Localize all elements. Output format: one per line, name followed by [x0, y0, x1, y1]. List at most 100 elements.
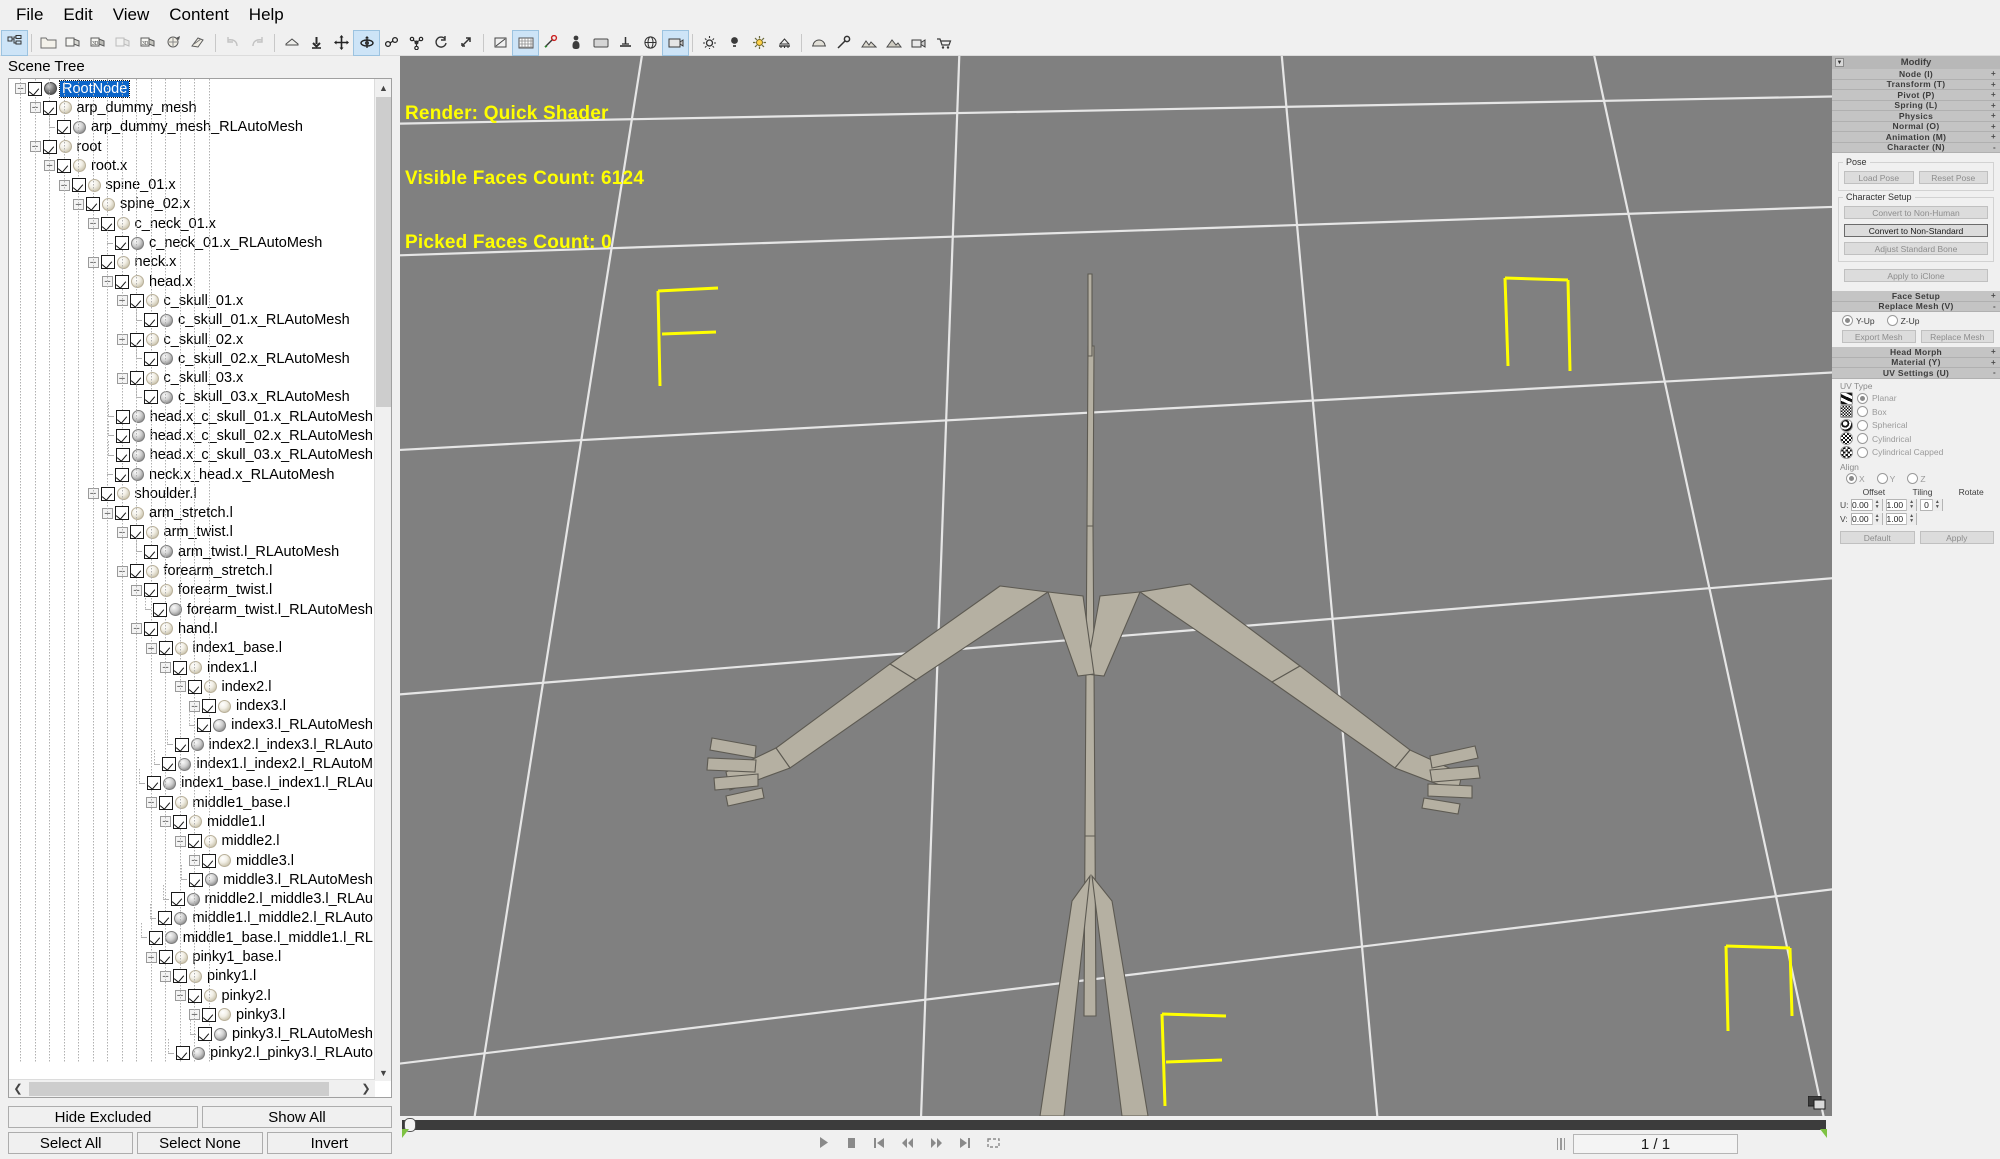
props-icon[interactable] [806, 31, 831, 55]
scene-tree-node-label[interactable]: index2.l_index3.l_RLAuto [207, 737, 375, 753]
terrain2-icon[interactable] [881, 31, 906, 55]
scene-tree-node-label[interactable]: c_neck_01.x_RLAutoMesh [147, 235, 324, 251]
horizontal-scroll-thumb[interactable] [29, 1082, 329, 1096]
radio-align-y-icon[interactable] [1876, 473, 1888, 484]
spinner-arrows-icon[interactable]: ▲ ▼ [1906, 513, 1917, 525]
node-visibility-checkbox[interactable] [189, 872, 204, 887]
play-icon[interactable] [818, 1136, 830, 1152]
node-visibility-checkbox[interactable] [57, 158, 71, 173]
scene-tree-node-label[interactable]: middle3.l [234, 853, 296, 869]
node-visibility-checkbox[interactable] [152, 602, 167, 617]
export-motion-icon[interactable] [186, 31, 211, 55]
scene-tree-node-label[interactable]: middle2.l [220, 833, 282, 849]
node-visibility-checkbox[interactable] [148, 930, 163, 945]
menu-item-content[interactable]: Content [159, 2, 239, 28]
node-visibility-checkbox[interactable] [176, 1046, 191, 1061]
rollup-uv-settings[interactable]: UV Settings (U) - [1832, 368, 2000, 379]
convert-to-non-standard-button[interactable]: Convert to Non-Standard [1844, 224, 1988, 237]
scene-tree-node-label[interactable]: middle1_base.l_middle1.l_RL [181, 930, 375, 946]
node-visibility-checkbox[interactable] [158, 795, 173, 810]
tree-vertical-scrollbar[interactable]: ▲ ▼ [374, 79, 391, 1081]
home-view-icon[interactable] [279, 31, 304, 55]
stop-icon[interactable] [846, 1137, 857, 1152]
scene-tree-node-label[interactable]: index1.l [205, 660, 259, 676]
scene-tree-node-label[interactable]: head.x_c_skull_01.x_RLAutoMesh [148, 409, 375, 425]
scene-tree-node-label[interactable]: c_skull_02.x [162, 332, 246, 348]
node-visibility-checkbox[interactable] [71, 178, 86, 193]
node-visibility-checkbox[interactable] [187, 834, 202, 849]
shopping-cart-icon[interactable] [931, 31, 956, 55]
scroll-right-icon[interactable]: ❯ [357, 1080, 375, 1098]
node-visibility-checkbox[interactable] [115, 274, 129, 289]
uv-type-option[interactable]: Cylindrical Capped [1840, 445, 1994, 460]
scene-tree-node-label[interactable]: forearm_twist.l_RLAutoMesh [185, 602, 375, 618]
load-pose-button[interactable]: Load Pose [1844, 171, 1914, 184]
uv-type-option[interactable]: Spherical [1840, 418, 1994, 433]
apply-to-iclone-button[interactable]: Apply to iClone [1844, 269, 1988, 282]
rollup-head-morph[interactable]: Head Morph + [1832, 347, 2000, 358]
scene-tree-node-label[interactable]: neck.x [133, 254, 179, 270]
node-visibility-checkbox[interactable] [158, 641, 173, 656]
invert-button[interactable]: Invert [266, 1132, 392, 1154]
scene-tree-node-label[interactable]: neck.x_head.x_RLAutoMesh [147, 467, 336, 483]
uv-type-radio-icon[interactable] [1857, 419, 1868, 431]
timeline-track[interactable] [402, 1118, 1826, 1132]
scene-tree-node-label[interactable]: root.x [89, 158, 129, 174]
scene-tree-node-label[interactable]: index3.l_RLAutoMesh [229, 717, 375, 733]
range-start-marker[interactable] [402, 1129, 409, 1138]
uv-type-radio-icon[interactable] [1857, 392, 1868, 404]
rollup-material[interactable]: Material (Y) + [1832, 357, 2000, 368]
node-visibility-checkbox[interactable] [158, 911, 173, 926]
show-all-button[interactable]: Show All [202, 1106, 392, 1128]
panel-collapse-icon[interactable]: ▼ [1835, 58, 1844, 67]
scroll-up-icon[interactable]: ▲ [375, 79, 391, 96]
scroll-left-icon[interactable]: ❮ [9, 1080, 27, 1098]
node-visibility-checkbox[interactable] [115, 506, 129, 521]
node-visibility-checkbox[interactable] [42, 139, 57, 154]
scene-tree-node-label[interactable]: c_neck_01.x [133, 216, 218, 232]
spinner-arrows-icon[interactable]: ▲ ▼ [1931, 499, 1942, 511]
scene-tree-toggle-icon[interactable] [1, 29, 28, 56]
rollup-spring-l[interactable]: Spring (L) + [1832, 100, 2000, 111]
rollup-pivot-p[interactable]: Pivot (P) + [1832, 90, 2000, 101]
scene-tree-node-label[interactable]: pinky2.l [220, 988, 273, 1004]
node-visibility-checkbox[interactable] [100, 255, 115, 270]
sphere-preview-icon[interactable] [638, 31, 663, 55]
node-visibility-checkbox[interactable] [86, 197, 100, 212]
radio-y-up-icon[interactable] [1842, 315, 1853, 326]
node-visibility-checkbox[interactable] [115, 448, 130, 463]
align-option-z[interactable]: Z [1907, 473, 1926, 484]
scene-tree-node-label[interactable]: index3.l [234, 698, 288, 714]
rollup-normal-o[interactable]: Normal (O) + [1832, 121, 2000, 132]
scene-tree-node-label[interactable]: pinky3.l_RLAutoMesh [230, 1026, 375, 1042]
scene-tree-node[interactable]: –root.x [9, 156, 375, 175]
spinner-arrows-icon[interactable]: ▲ ▼ [1906, 499, 1917, 511]
scene-tree-node-label[interactable]: middle1_base.l [191, 795, 293, 811]
scene-tree-node-label[interactable]: middle1.l [205, 814, 267, 830]
menu-item-file[interactable]: File [6, 2, 53, 28]
node-visibility-checkbox[interactable] [197, 1027, 212, 1042]
scene-tree-node-label[interactable]: index1_base.l [191, 640, 285, 656]
radio-align-x-icon[interactable] [1846, 473, 1857, 484]
camera-icon[interactable] [906, 31, 931, 55]
redo-icon[interactable] [245, 31, 270, 55]
scroll-down-icon[interactable]: ▼ [375, 1064, 391, 1081]
node-visibility-checkbox[interactable] [158, 950, 173, 964]
preview-camera-icon[interactable] [662, 29, 689, 56]
scene-tree-node-label[interactable]: forearm_twist.l [176, 582, 274, 598]
reset-pose-button[interactable]: Reset Pose [1918, 171, 1988, 184]
scene-tree-node-label[interactable]: forearm_stretch.l [162, 563, 275, 579]
hide-excluded-button[interactable]: Hide Excluded [8, 1106, 198, 1128]
maximize-view-icon[interactable] [454, 31, 479, 55]
import-obj-icon[interactable]: 3D [86, 31, 111, 55]
uv-default-button[interactable]: Default [1840, 531, 1915, 544]
rotate-tool-icon[interactable] [353, 29, 380, 56]
vertical-scroll-thumb[interactable] [376, 97, 391, 407]
open-folder-icon[interactable] [36, 31, 61, 55]
node-visibility-checkbox[interactable] [129, 564, 144, 579]
radio-z-up-icon[interactable] [1886, 315, 1898, 326]
node-visibility-checkbox[interactable] [162, 757, 177, 772]
node-visibility-checkbox[interactable] [174, 737, 189, 752]
export-model-icon[interactable] [161, 31, 186, 55]
node-visibility-checkbox[interactable] [115, 409, 130, 424]
